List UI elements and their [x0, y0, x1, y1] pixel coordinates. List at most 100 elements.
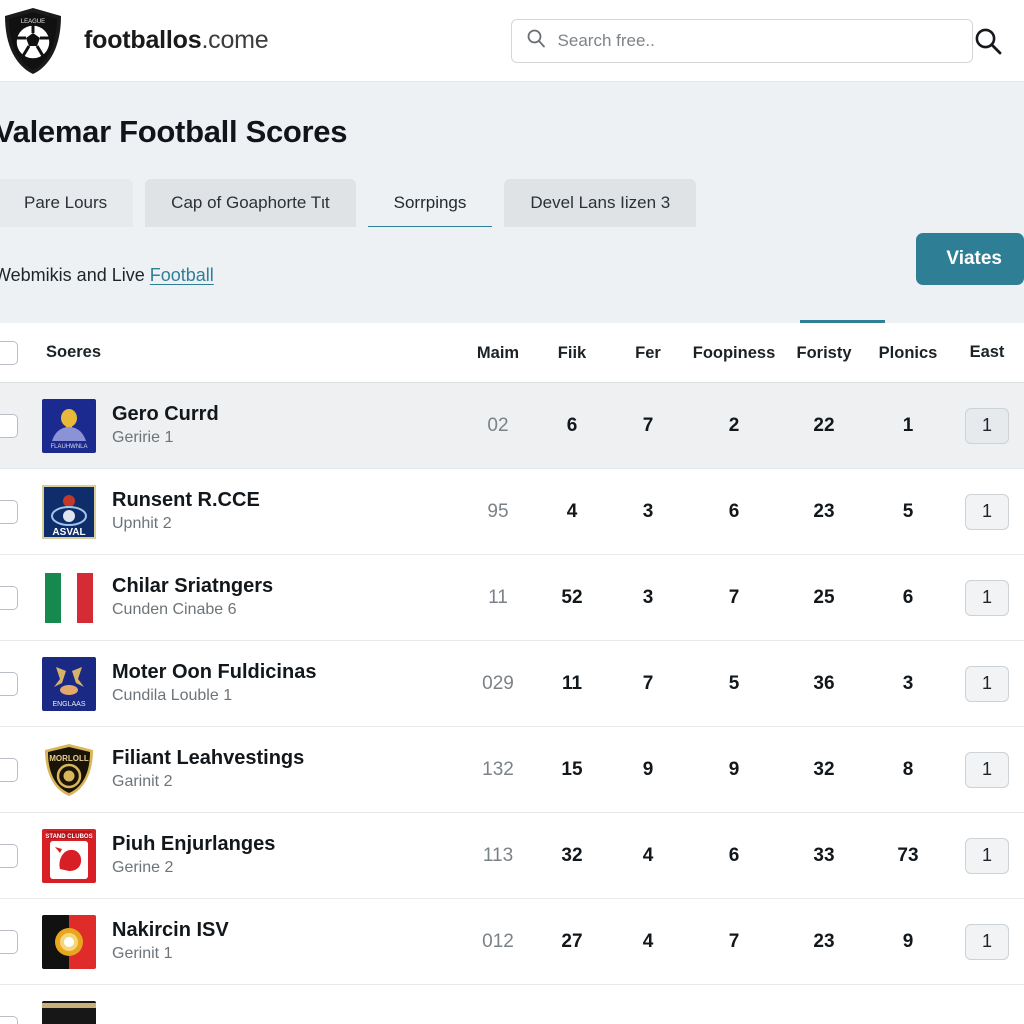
svg-text:ASVAL: ASVAL	[52, 527, 85, 538]
cell-fer: 4	[642, 930, 654, 952]
cell-foopiness: 7	[728, 586, 740, 608]
subheader-bar: Webmikis and Live Football Viates	[0, 227, 1024, 323]
scores-table: Soeres Maim Fiik Fer Foopiness Foristy P…	[0, 323, 1024, 1024]
brand-wordmark[interactable]: footballos.come	[84, 26, 269, 55]
cell-foopiness: 2	[728, 414, 740, 436]
football-link[interactable]: Football	[150, 265, 214, 285]
cell-fer: 7	[642, 414, 654, 436]
cell-fiik: 27	[561, 930, 583, 952]
cell-foopiness: 5	[728, 672, 740, 694]
column-header-fer[interactable]: Fer	[610, 342, 686, 364]
cell-east: 1	[950, 751, 1024, 788]
team-name: Nakircin ISV	[112, 919, 229, 942]
search-icon[interactable]	[973, 26, 1003, 56]
viates-button[interactable]: Viates	[916, 233, 1024, 285]
east-pill-button[interactable]: 1	[965, 579, 1009, 616]
table-header-row: Soeres Maim Fiik Fer Foopiness Foristy P…	[0, 323, 1024, 383]
column-label: Maim	[476, 343, 520, 362]
cell-east: 1	[950, 579, 1024, 616]
table-row[interactable]: STAND CLUBOS Piuh Enjurlanges Gerine 2 1…	[0, 813, 1024, 899]
cell-east: 1	[950, 665, 1024, 702]
row-checkbox[interactable]	[0, 757, 18, 782]
active-column-indicator	[800, 320, 885, 323]
east-pill-button[interactable]: 1	[965, 665, 1009, 702]
row-checkbox[interactable]	[0, 843, 18, 868]
column-header-foopiness[interactable]: Foopiness	[686, 342, 782, 364]
black-red-sunburst-crest-icon	[42, 914, 96, 969]
team-cell	[42, 1000, 1024, 1024]
cell-fiik: 52	[561, 586, 583, 608]
column-header-foristy[interactable]: Foristy	[782, 342, 866, 364]
cell-plonics: 73	[897, 844, 919, 866]
table-row[interactable]: FLAUHWNLA Gero Currd Geririe 1 02 6 7 2 …	[0, 383, 1024, 469]
tab-devel-lans-iizen[interactable]: Devel Lans Iizen 3	[504, 179, 697, 227]
cell-fiik: 4	[566, 500, 578, 522]
team-names: Gero Currd Geririe 1	[112, 402, 219, 449]
football-shield-logo[interactable]: LEAGUE	[2, 6, 64, 76]
row-checkbox[interactable]	[0, 413, 18, 438]
svg-text:MORLOLL: MORLOLL	[49, 754, 89, 763]
east-pill-button[interactable]: 1	[965, 923, 1009, 960]
search-box[interactable]	[510, 18, 973, 63]
tab-bar: Pare Lours Cap of Goaphorte Tιt Sorrping…	[0, 175, 1024, 229]
blue-trophy-crest-icon: FLAUHWNLA	[42, 398, 96, 453]
team-subtitle: Gerine 2	[112, 859, 174, 877]
row-select-cell	[0, 757, 42, 782]
team-names: Nakircin ISV Gerinit 1	[112, 918, 229, 965]
cell-east: 1	[950, 923, 1024, 960]
cell-fer: 3	[642, 500, 654, 522]
brand-name-suffix: .come	[201, 26, 269, 54]
row-checkbox[interactable]	[0, 499, 18, 524]
row-checkbox[interactable]	[0, 1015, 18, 1024]
cell-maim: 113	[482, 844, 514, 866]
column-label: Fiik	[557, 343, 587, 362]
tab-sorrpings[interactable]: Sorrpings	[367, 179, 493, 229]
cell-foristy: 33	[813, 844, 835, 866]
row-checkbox[interactable]	[0, 671, 18, 696]
team-name: Gero Currd	[112, 403, 219, 426]
team-name: Moter Oon Fuldicinas	[112, 661, 317, 684]
cell-foopiness: 6	[728, 500, 740, 522]
tab-label: Cap of Goaphorte Tιt	[171, 193, 330, 212]
row-checkbox[interactable]	[0, 585, 18, 610]
row-select-cell	[0, 1015, 42, 1024]
cell-maim: 029	[482, 672, 514, 694]
table-row[interactable]: ENGLAAS Moter Oon Fuldicinas Cundila Lou…	[0, 641, 1024, 727]
column-header-fiik[interactable]: Fiik	[534, 342, 610, 364]
table-row[interactable]: Nakircin ISV Gerinit 1 012 27 4 7 23 9 1	[0, 899, 1024, 985]
row-select-cell	[0, 585, 42, 610]
column-header-name[interactable]: Soeres	[42, 343, 462, 362]
team-subtitle: Cundila Louble 1	[112, 687, 233, 705]
svg-text:STAND CLUBOS: STAND CLUBOS	[45, 834, 92, 840]
column-label: Fer	[635, 343, 661, 362]
table-row[interactable]: MORLOLL Filiant Leahvestings Garinit 2 1…	[0, 727, 1024, 813]
east-pill-button[interactable]: 1	[965, 407, 1009, 444]
tab-pare-lours[interactable]: Pare Lours	[0, 179, 134, 227]
table-row[interactable]: ASVAL Runsent R.CCE Upnhit 2 95 4 3 6 23…	[0, 469, 1024, 555]
table-row-partial[interactable]	[0, 985, 1024, 1024]
red-white-lion-crest-icon: STAND CLUBOS	[42, 828, 96, 883]
team-subtitle: Cunden Cinabe 6	[112, 601, 237, 619]
tab-label: Sorrpings	[393, 193, 467, 212]
column-header-plonics[interactable]: Plonics	[866, 342, 950, 364]
search-input[interactable]	[557, 30, 958, 51]
table-row[interactable]: Chilar Sriatngers Cunden Cinabe 6 11 52 …	[0, 555, 1024, 641]
row-checkbox[interactable]	[0, 929, 18, 954]
tab-cap-of-goaphorte[interactable]: Cap of Goaphorte Tιt	[145, 179, 356, 227]
cell-plonics: 6	[902, 586, 914, 608]
cell-east: 1	[950, 407, 1024, 444]
team-names: Filiant Leahvestings Garinit 2	[112, 746, 304, 793]
search-icon	[526, 28, 546, 53]
column-header-east[interactable]: East	[950, 343, 1024, 362]
east-pill-button[interactable]: 1	[965, 837, 1009, 874]
east-pill-button[interactable]: 1	[965, 493, 1009, 530]
east-pill-button[interactable]: 1	[965, 751, 1009, 788]
team-name: Runsent R.CCE	[112, 489, 260, 512]
column-header-maim[interactable]: Maim	[462, 342, 534, 364]
select-all-checkbox[interactable]	[0, 340, 18, 365]
team-names: Runsent R.CCE Upnhit 2	[112, 488, 260, 535]
cell-foristy: 22	[813, 414, 835, 436]
row-select-cell	[0, 413, 42, 438]
cell-maim: 95	[487, 500, 509, 522]
navy-asval-crest-icon: ASVAL	[42, 484, 96, 539]
